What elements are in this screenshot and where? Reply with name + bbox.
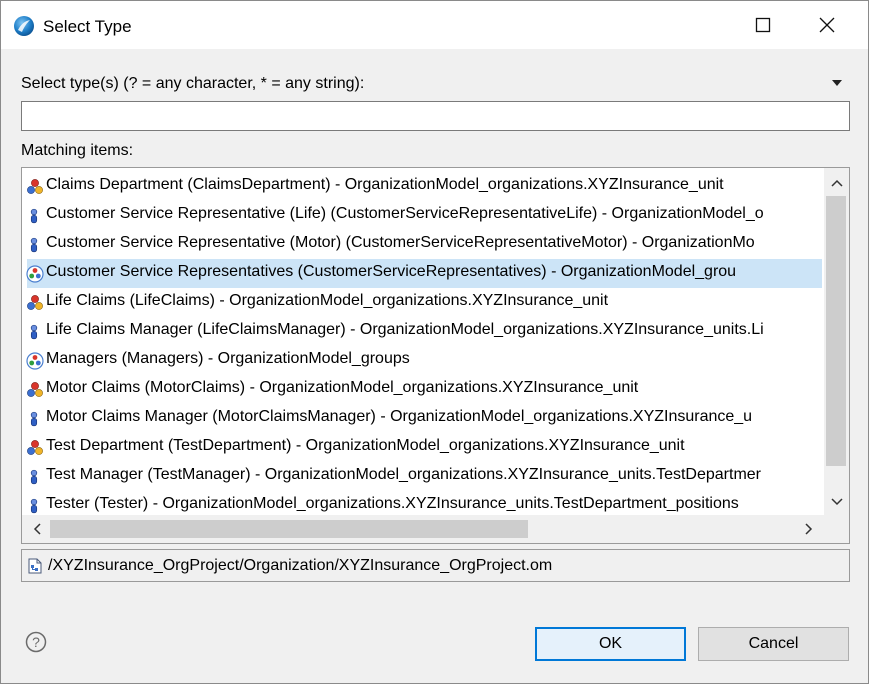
window-title: Select Type: [43, 17, 132, 36]
position-icon: [30, 411, 38, 427]
matching-items-list[interactable]: Claims Department (ClaimsDepartment) - O…: [21, 167, 850, 544]
org-unit-icon: [27, 440, 43, 455]
chevron-right-icon: [805, 523, 813, 535]
list-item[interactable]: Customer Service Representative (Life) (…: [22, 201, 822, 230]
maximize-icon: [755, 17, 771, 33]
position-icon: [30, 208, 38, 224]
maximize-button[interactable]: [733, 1, 793, 49]
select-type-dialog: Select Type Select type(s) (? = any char…: [0, 0, 869, 684]
list-item-label: Test Department (TestDepartment) - Organ…: [46, 437, 685, 454]
list-item[interactable]: Test Department (TestDepartment) - Organ…: [22, 433, 822, 462]
om-file-icon: [28, 558, 42, 574]
close-button[interactable]: [797, 1, 857, 49]
group-icon: [26, 352, 44, 370]
list-item[interactable]: Motor Claims Manager (MotorClaimsManager…: [22, 404, 822, 433]
org-unit-icon: [27, 295, 43, 310]
resource-path: /XYZInsurance_OrgProject/Organization/XY…: [48, 557, 553, 574]
list-item-label: Customer Service Representatives (Custom…: [46, 263, 737, 280]
org-unit-icon: [27, 179, 43, 194]
close-icon: [819, 17, 835, 33]
position-icon: [30, 324, 38, 340]
list-item[interactable]: Claims Department (ClaimsDepartment) - O…: [22, 172, 822, 201]
app-logo-icon: [14, 16, 34, 36]
minimize-icon: [697, 19, 709, 31]
list-item[interactable]: Customer Service Representatives (Custom…: [22, 259, 822, 288]
horizontal-scroll-thumb[interactable]: [50, 520, 528, 538]
position-icon: [30, 498, 38, 514]
details-path-field: /XYZInsurance_OrgProject/Organization/XY…: [21, 549, 850, 582]
cancel-button[interactable]: Cancel: [698, 627, 849, 661]
scroll-up-button[interactable]: [824, 170, 849, 196]
list-item-label: Motor Claims (MotorClaims) - Organizatio…: [46, 379, 639, 396]
horizontal-scrollbar[interactable]: [22, 515, 824, 543]
list-item[interactable]: Test Manager (TestManager) - Organizatio…: [22, 462, 822, 491]
list-item[interactable]: Motor Claims (MotorClaims) - Organizatio…: [22, 375, 822, 404]
type-filter-input[interactable]: [21, 101, 850, 131]
list-item-label: Managers (Managers) - OrganizationModel_…: [46, 350, 410, 367]
vertical-scrollbar[interactable]: [824, 168, 849, 515]
list-item[interactable]: Managers (Managers) - OrganizationModel_…: [22, 346, 822, 375]
scrollbar-corner: [824, 515, 849, 543]
scroll-left-button[interactable]: [24, 515, 50, 543]
svg-text:?: ?: [32, 634, 40, 650]
matching-items-label: Matching items:: [21, 142, 134, 159]
list-item-label: Test Manager (TestManager) - Organizatio…: [46, 466, 762, 483]
scroll-down-button[interactable]: [824, 489, 849, 515]
minimize-button[interactable]: [673, 1, 733, 49]
position-icon: [30, 237, 38, 253]
org-unit-icon: [27, 382, 43, 397]
list-item[interactable]: Customer Service Representative (Motor) …: [22, 230, 822, 259]
list-item-label: Motor Claims Manager (MotorClaimsManager…: [46, 408, 753, 425]
list-item-label: Claims Department (ClaimsDepartment) - O…: [46, 176, 724, 193]
title-bar[interactable]: Select Type: [1, 1, 868, 49]
chevron-down-icon: [830, 498, 843, 506]
chevron-left-icon: [33, 523, 41, 535]
chevron-up-icon: [830, 179, 843, 187]
list-item-label: Tester (Tester) - OrganizationModel_orga…: [46, 495, 739, 512]
group-icon: [26, 265, 44, 283]
help-icon[interactable]: ?: [25, 631, 47, 653]
list-item-label: Life Claims (LifeClaims) - OrganizationM…: [46, 292, 609, 309]
position-icon: [30, 469, 38, 485]
list-item-label: Customer Service Representative (Motor) …: [46, 234, 755, 251]
list-item-label: Life Claims Manager (LifeClaimsManager) …: [46, 321, 764, 338]
scroll-right-button[interactable]: [796, 515, 822, 543]
filter-label: Select type(s) (? = any character, * = a…: [21, 75, 365, 92]
ok-button[interactable]: OK: [535, 627, 686, 661]
list-item[interactable]: Life Claims (LifeClaims) - OrganizationM…: [22, 288, 822, 317]
view-menu-arrow-icon[interactable]: [832, 80, 842, 86]
vertical-scroll-thumb[interactable]: [826, 196, 846, 466]
list-item-label: Customer Service Representative (Life) (…: [46, 205, 764, 222]
list-item[interactable]: Life Claims Manager (LifeClaimsManager) …: [22, 317, 822, 346]
